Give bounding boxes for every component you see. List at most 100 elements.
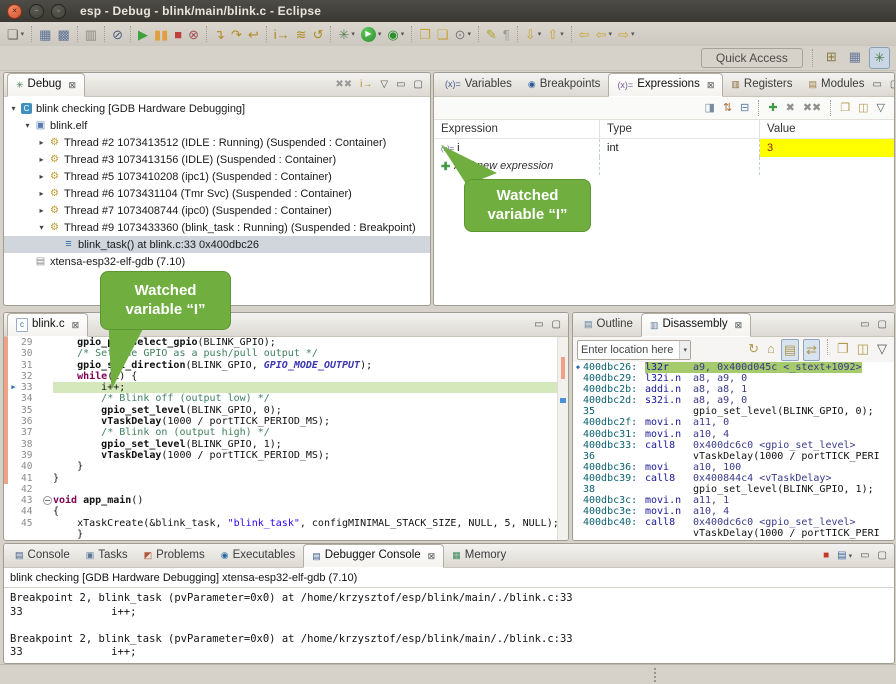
next-annotation-button[interactable]: ⇩▾ bbox=[523, 24, 543, 44]
forward-button[interactable]: ⇨▾ bbox=[616, 24, 636, 44]
disassembly-line[interactable]: 400dbc31:movi.na10, 4 bbox=[573, 429, 894, 440]
open-resource-button[interactable]: ❐ bbox=[417, 24, 433, 44]
disassembly-listing[interactable]: ◆400dbc26:l32ra9, 0x400d045c <_stext+109… bbox=[573, 362, 894, 540]
disassembly-line[interactable]: 400dbc2d:s32i.na8, a9, 0 bbox=[573, 395, 894, 406]
cpp-perspective-button[interactable]: ▦ bbox=[845, 47, 865, 67]
maximize-button[interactable]: ▫ bbox=[51, 4, 66, 19]
expander-icon[interactable]: ▾ bbox=[22, 121, 33, 130]
disassembly-line[interactable]: 400dbc3e:movi.na10, 4 bbox=[573, 506, 894, 517]
close-tab-icon[interactable]: ⊠ bbox=[428, 551, 436, 562]
expander-icon[interactable]: ▾ bbox=[36, 223, 47, 232]
toggle-mark-occurrences-button[interactable]: ✎ bbox=[484, 24, 499, 44]
close-tab-icon[interactable]: ⊠ bbox=[735, 320, 743, 331]
run-button[interactable]: ▶▾ bbox=[359, 24, 384, 44]
disassembly-line[interactable]: 400dbc33:call80x400dc6c0 <gpio_set_level… bbox=[573, 440, 894, 451]
column-header-expression[interactable]: Expression bbox=[434, 120, 600, 138]
disassembly-line[interactable]: ◆400dbc26:l32ra9, 0x400d045c <_stext+109… bbox=[573, 362, 894, 373]
close-tab-icon[interactable]: ⊠ bbox=[707, 80, 715, 91]
pin-view-button[interactable]: ◫ bbox=[855, 339, 871, 359]
new-view-button[interactable]: ❐ bbox=[838, 99, 852, 117]
disassembly-line[interactable]: 400dbc29:l32i.na8, a9, 0 bbox=[573, 373, 894, 384]
show-logical-structures-button[interactable]: ⇅ bbox=[721, 99, 734, 117]
expression-row[interactable]: (x)=iint3 bbox=[434, 139, 894, 157]
code-line[interactable]: 44{ bbox=[4, 506, 558, 517]
debug-tree-item[interactable]: ▸⚙Thread #7 1073408744 (ipc0) (Suspended… bbox=[4, 202, 430, 219]
tab-executables[interactable]: ◉Executables bbox=[213, 544, 304, 567]
save-button[interactable]: ▦ bbox=[37, 24, 53, 44]
open-perspective-button[interactable]: ⊞ bbox=[822, 47, 841, 67]
tab-memory[interactable]: ▦Memory bbox=[444, 544, 514, 567]
disassembly-line[interactable]: 400dbc40:call80x400dc6c0 <gpio_set_level… bbox=[573, 517, 894, 528]
debug-tree-item[interactable]: ▾▣blink.elf bbox=[4, 117, 430, 134]
maximize-button[interactable]: ▢ bbox=[552, 315, 561, 335]
suspend-button[interactable]: ▮▮ bbox=[152, 24, 170, 44]
tab-modules[interactable]: ▤Modules bbox=[800, 73, 872, 96]
disassembly-line[interactable]: 400dbc3c:movi.na11, 1 bbox=[573, 495, 894, 506]
previous-annotation-button[interactable]: ⇧▾ bbox=[545, 24, 565, 44]
code-line[interactable]: 31 gpio_set_direction(BLINK_GPIO, GPIO_M… bbox=[4, 360, 558, 371]
instruction-pointer-icon[interactable]: ▶ bbox=[8, 382, 19, 393]
fold-gutter[interactable] bbox=[42, 495, 53, 506]
tab-blink-c[interactable]: c blink.c ⊠ bbox=[7, 313, 88, 337]
expander-icon[interactable]: ▸ bbox=[36, 138, 47, 147]
tab-debug[interactable]: ✳ Debug ⊠ bbox=[7, 73, 85, 97]
instruction-stepping-button[interactable]: i→ bbox=[272, 24, 292, 44]
add-expression-button[interactable]: ✚ bbox=[766, 99, 779, 117]
expander-icon[interactable]: ▸ bbox=[36, 155, 47, 164]
code-line[interactable]: 29 gpio_pad_select_gpio(BLINK_GPIO); bbox=[4, 337, 558, 348]
new-view-button[interactable]: ❐ bbox=[835, 339, 851, 359]
minimize-button[interactable]: ▭ bbox=[534, 315, 543, 335]
maximize-button[interactable]: ▢ bbox=[878, 315, 887, 335]
debug-tree-item[interactable]: ▸⚙Thread #5 1073410208 (ipc1) (Suspended… bbox=[4, 168, 430, 185]
disassembly-line[interactable]: 400dbc2f:movi.na11, 0 bbox=[573, 417, 894, 428]
debug-perspective-button[interactable]: ✳ bbox=[869, 47, 890, 69]
console-output[interactable]: Breakpoint 2, blink_task (pvParameter=0x… bbox=[4, 588, 894, 664]
disconnect-button[interactable]: ⊗ bbox=[186, 24, 201, 44]
code-line[interactable]: } bbox=[4, 529, 558, 540]
debug-tree-item[interactable]: ▾Cblink checking [GDB Hardware Debugging… bbox=[4, 100, 430, 117]
debug-tree-item[interactable]: ▤xtensa-esp32-elf-gdb (7.10) bbox=[4, 253, 430, 270]
drop-to-frame-button[interactable]: ↺ bbox=[311, 24, 326, 44]
expander-icon[interactable]: ▸ bbox=[36, 189, 47, 198]
step-into-button[interactable]: ↴ bbox=[212, 24, 227, 44]
refresh-button[interactable]: ↻ bbox=[746, 339, 761, 359]
code-line[interactable]: 35 gpio_set_level(BLINK_GPIO, 0); bbox=[4, 405, 558, 416]
debug-tree-item[interactable]: ▸⚙Thread #2 1073413512 (IDLE : Running) … bbox=[4, 134, 430, 151]
use-step-filters-button[interactable]: ≋ bbox=[294, 24, 309, 44]
code-line[interactable]: 40 } bbox=[4, 461, 558, 472]
close-tab-icon[interactable]: ⊠ bbox=[68, 80, 76, 91]
remove-all-terminated-button[interactable]: ✖✖ bbox=[335, 75, 352, 95]
dropdown-arrow-icon[interactable]: ▾ bbox=[679, 341, 690, 359]
debug-tree-item[interactable]: ▾⚙Thread #9 1073433360 (blink_task : Run… bbox=[4, 219, 430, 236]
code-line[interactable]: 37 /* Blink on (output high) */ bbox=[4, 427, 558, 438]
tab-disassembly[interactable]: ▥Disassembly⊠ bbox=[641, 313, 751, 337]
code-line[interactable]: 34 /* Blink off (output low) */ bbox=[4, 393, 558, 404]
print-button[interactable]: ▥ bbox=[83, 24, 99, 44]
expander-icon[interactable]: ▸ bbox=[36, 206, 47, 215]
minimize-button[interactable]: ▭ bbox=[396, 75, 405, 95]
view-menu-button[interactable]: ▽ bbox=[380, 75, 388, 95]
terminate-button[interactable]: ■ bbox=[172, 24, 184, 44]
remove-expression-button[interactable]: ✖ bbox=[784, 99, 797, 117]
terminate-console-button[interactable]: ■ bbox=[823, 546, 829, 566]
tab-debugger-console[interactable]: ▤Debugger Console⊠ bbox=[303, 544, 444, 568]
location-input[interactable]: Enter location here ▾ bbox=[577, 340, 691, 360]
debug-tree-item[interactable]: ▸⚙Thread #6 1073431104 (Tmr Svc) (Suspen… bbox=[4, 185, 430, 202]
tab-problems[interactable]: ◩Problems bbox=[136, 544, 213, 567]
quick-access-button[interactable]: Quick Access bbox=[701, 48, 803, 68]
view-menu-button[interactable]: ▽ bbox=[875, 99, 887, 117]
column-header-type[interactable]: Type bbox=[600, 120, 760, 138]
code-line[interactable]: 32 while(1) { bbox=[4, 371, 558, 382]
disassembly-line[interactable]: 400dbc39:call80x400844c4 <vTaskDelay> bbox=[573, 473, 894, 484]
show-whitespace-button[interactable]: ¶ bbox=[501, 24, 512, 44]
save-all-button[interactable]: ▩ bbox=[55, 24, 71, 44]
back-button[interactable]: ⇦▾ bbox=[594, 24, 614, 44]
overview-ruler[interactable] bbox=[557, 337, 568, 540]
display-selected-console-button[interactable]: ▤▾ bbox=[837, 546, 852, 566]
resume-button[interactable]: ▶ bbox=[136, 24, 150, 44]
maximize-button[interactable]: ▢ bbox=[890, 75, 895, 95]
sync-selection-button[interactable]: ⇄ bbox=[803, 339, 820, 361]
minimize-button[interactable]: ▭ bbox=[872, 75, 881, 95]
new-wizard-button[interactable]: ❏▾ bbox=[5, 24, 26, 44]
disassembly-line[interactable]: 38gpio_set_level(BLINK_GPIO, 1); bbox=[573, 484, 894, 495]
